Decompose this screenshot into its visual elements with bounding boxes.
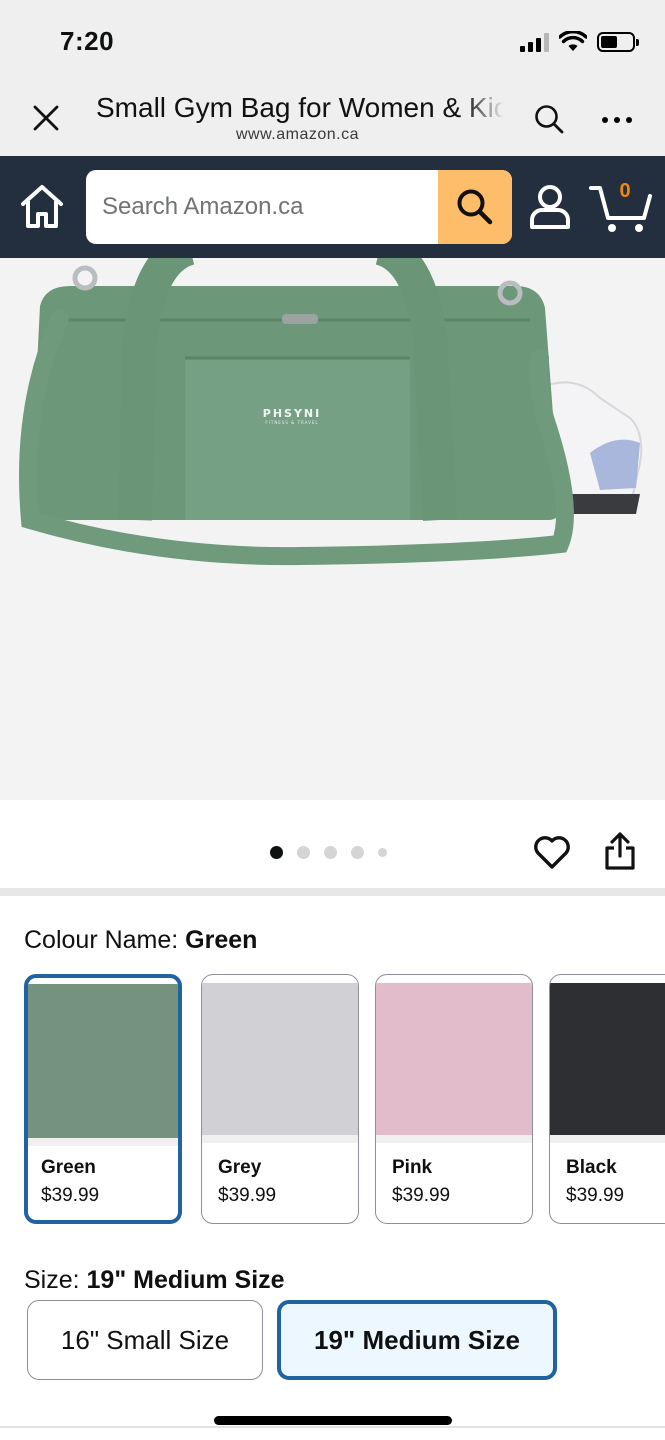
- size-option-19-medium[interactable]: 19" Medium Size: [277, 1300, 557, 1380]
- carousel-dots: [270, 845, 387, 859]
- swatch-price: $39.99: [392, 1185, 451, 1206]
- swatch-price: $39.99: [41, 1185, 100, 1206]
- swatch-price: $39.99: [218, 1185, 277, 1206]
- battery-icon: [597, 32, 639, 52]
- home-button[interactable]: [18, 182, 66, 232]
- colour-chip: [376, 983, 532, 1135]
- find-in-page-button[interactable]: [528, 98, 570, 140]
- size-label-text: Size:: [24, 1266, 87, 1294]
- amazon-nav-bar: 0: [0, 156, 665, 258]
- colour-chip: [202, 983, 358, 1135]
- page-url: www.amazon.ca: [236, 126, 359, 143]
- more-options-button[interactable]: [594, 100, 640, 140]
- size-label: Size: 19" Medium Size: [24, 1266, 285, 1295]
- carousel-dot[interactable]: [378, 847, 387, 857]
- cart-count: 0: [619, 180, 631, 202]
- status-time: 7:20: [60, 26, 115, 56]
- cart-button[interactable]: 0: [588, 178, 654, 236]
- section-divider: [0, 888, 665, 896]
- colour-chip: [550, 983, 665, 1135]
- bottom-divider: [0, 1426, 665, 1428]
- browser-chrome: 7:20 Small Gym Bag for Women & Kids www.…: [0, 0, 665, 156]
- brand-tagline: FITNESS & TRAVEL: [265, 420, 318, 425]
- search-input[interactable]: [86, 170, 438, 244]
- swatch-name: Green: [41, 1157, 96, 1178]
- product-image[interactable]: PHSYNI FITNESS & TRAVEL: [0, 258, 665, 800]
- search-icon: [535, 105, 564, 134]
- search-box: [86, 170, 512, 244]
- home-icon: [21, 185, 63, 228]
- page-title: Small Gym Bag for Women & Kids: [96, 92, 504, 124]
- chip-edge: [376, 1135, 532, 1143]
- more-dot: [626, 117, 632, 123]
- product-photo: PHSYNI FITNESS & TRAVEL: [19, 258, 643, 566]
- cellular-signal-icon: [520, 32, 549, 52]
- size-selected-value: 19" Medium Size: [86, 1266, 285, 1294]
- heart-icon: [534, 836, 570, 869]
- account-button[interactable]: [526, 182, 574, 232]
- size-option-16-small[interactable]: 16" Small Size: [27, 1300, 263, 1380]
- colour-swatch-green[interactable]: Green $39.99: [24, 974, 182, 1224]
- share-icon: [605, 832, 635, 870]
- colour-label-text: Colour Name:: [24, 926, 186, 954]
- colour-chip: [28, 984, 178, 1140]
- chip-edge: [550, 1135, 665, 1143]
- home-indicator[interactable]: [214, 1416, 452, 1425]
- brand-mark: PHSYNI: [263, 407, 321, 420]
- carousel-dot[interactable]: [297, 845, 310, 859]
- search-submit-button[interactable]: [438, 170, 512, 244]
- more-dot: [614, 117, 620, 123]
- colour-swatch-pink[interactable]: Pink $39.99: [375, 974, 533, 1224]
- wishlist-button[interactable]: [532, 832, 572, 872]
- wifi-icon: [559, 31, 587, 51]
- more-dot: [602, 117, 608, 123]
- swatch-price: $39.99: [566, 1185, 625, 1206]
- colour-selected-value: Green: [185, 926, 258, 954]
- colour-swatch-black[interactable]: Black $39.99: [549, 974, 665, 1224]
- carousel-dot[interactable]: [351, 845, 364, 859]
- swatch-name: Black: [566, 1157, 617, 1178]
- swatch-name: Pink: [392, 1157, 433, 1178]
- colour-label: Colour Name: Green: [24, 926, 257, 955]
- chip-edge: [202, 1135, 358, 1143]
- status-icons: [520, 30, 639, 54]
- colour-swatch-grey[interactable]: Grey $39.99: [201, 974, 359, 1224]
- chip-edge: [28, 1138, 178, 1146]
- carousel-dot[interactable]: [270, 845, 283, 859]
- share-button[interactable]: [602, 830, 638, 872]
- user-icon: [530, 185, 570, 229]
- search-icon: [457, 189, 493, 225]
- swatch-name: Grey: [218, 1157, 262, 1178]
- carousel-dot[interactable]: [324, 845, 337, 859]
